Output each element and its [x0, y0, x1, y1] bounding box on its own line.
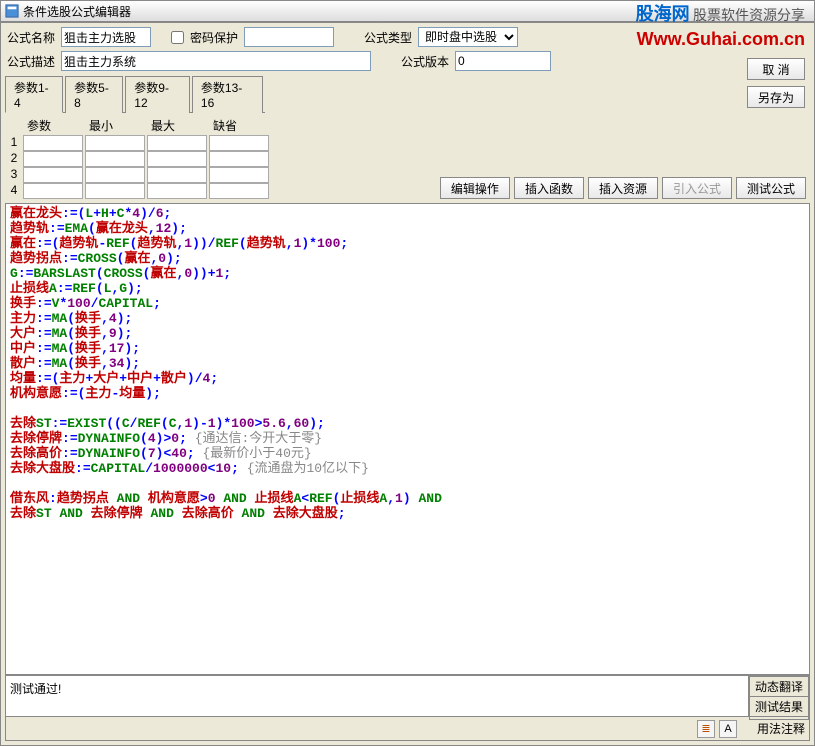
param-hdr-min: 最小 — [85, 117, 145, 135]
desc-label: 公式描述 — [5, 53, 57, 70]
test-formula-button[interactable]: 测试公式 — [736, 177, 806, 199]
usage-label[interactable]: 用法注释 — [757, 720, 805, 737]
param-cell[interactable] — [209, 151, 269, 167]
param-cell[interactable] — [209, 183, 269, 199]
edit-op-button[interactable]: 编辑操作 — [440, 177, 510, 199]
param-hdr-default: 缺省 — [209, 117, 269, 135]
bottom-area: 测试通过! 动态翻译 测试结果 参数精灵 — [5, 675, 810, 717]
row-2: 2 — [7, 151, 21, 167]
watermark: 股海网 股票软件资源分享 Www.Guhai.com.cn — [636, 2, 805, 52]
param-cell[interactable] — [85, 135, 145, 151]
version-input[interactable] — [455, 51, 551, 71]
param-hdr-name: 参数 — [23, 117, 83, 135]
test-result: 测试通过! — [6, 676, 749, 716]
param-hdr-max: 最大 — [147, 117, 207, 135]
name-input[interactable] — [61, 27, 151, 47]
rtab-dynamic-translate[interactable]: 动态翻译 — [749, 676, 809, 697]
row-4: 4 — [7, 183, 21, 199]
param-tabs: 参数1-4 参数5-8 参数9-12 参数13-16 — [5, 75, 265, 113]
tab-params-5-8[interactable]: 参数5-8 — [65, 76, 123, 113]
row-1: 1 — [7, 135, 21, 151]
param-cell[interactable] — [147, 151, 207, 167]
app-icon — [5, 4, 19, 18]
password-checkbox[interactable] — [171, 31, 184, 44]
param-cell[interactable] — [85, 183, 145, 199]
tab-params-9-12[interactable]: 参数9-12 — [125, 76, 190, 113]
param-cell[interactable] — [209, 167, 269, 183]
version-label: 公式版本 — [399, 53, 451, 70]
password-label: 密码保护 — [188, 29, 240, 46]
saveas-button[interactable]: 另存为 — [747, 86, 805, 108]
name-label: 公式名称 — [5, 29, 57, 46]
format-icon[interactable]: ≣ — [697, 720, 715, 738]
param-cell[interactable] — [23, 183, 83, 199]
insert-res-button[interactable]: 插入资源 — [588, 177, 658, 199]
param-cell[interactable] — [85, 167, 145, 183]
rtab-test-result[interactable]: 测试结果 — [749, 696, 809, 717]
type-label: 公式类型 — [362, 29, 414, 46]
param-cell[interactable] — [23, 135, 83, 151]
param-cell[interactable] — [147, 167, 207, 183]
code-editor[interactable]: 赢在龙头:=(L+H+C*4)/6; 趋势轨:=EMA(赢在龙头,12); 赢在… — [5, 203, 810, 675]
param-cell[interactable] — [147, 183, 207, 199]
param-cell[interactable] — [23, 151, 83, 167]
param-cell[interactable] — [147, 135, 207, 151]
tab-params-1-4[interactable]: 参数1-4 — [5, 76, 63, 113]
password-input[interactable] — [244, 27, 334, 47]
insert-func-button[interactable]: 插入函数 — [514, 177, 584, 199]
window-title: 条件选股公式编辑器 — [23, 3, 131, 20]
import-formula-button: 引入公式 — [662, 177, 732, 199]
font-icon[interactable]: A — [719, 720, 737, 738]
cancel-button[interactable]: 取 消 — [747, 58, 805, 80]
desc-input[interactable] — [61, 51, 371, 71]
param-cell[interactable] — [23, 167, 83, 183]
type-select[interactable]: 即时盘中选股 — [418, 27, 518, 47]
main-panel: 公式名称 密码保护 公式类型 即时盘中选股 公式描述 公式版本 取 消 另存为 … — [0, 22, 815, 746]
param-cell[interactable] — [209, 135, 269, 151]
row-3: 3 — [7, 167, 21, 183]
tab-params-13-16[interactable]: 参数13-16 — [192, 76, 263, 113]
param-cell[interactable] — [85, 151, 145, 167]
footer: ≣ A 用法注释 — [5, 717, 810, 741]
